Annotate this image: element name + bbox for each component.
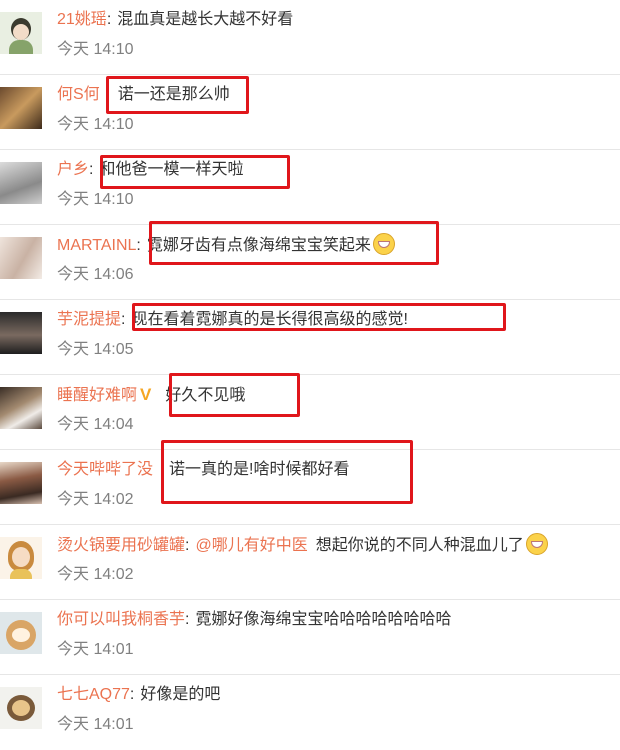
avatar[interactable] (0, 162, 42, 204)
username-link[interactable]: 七七AQ77 (57, 686, 130, 703)
comment-row: 烫火锅要用砂罐罐: @哪儿有好中医 想起你说的不同人种混血儿了 今天 14:02 (0, 525, 620, 600)
comment-row: 七七AQ77: 好像是的吧 今天 14:01 (0, 675, 620, 750)
comment-text: 想起你说的不同人种混血儿了 (315, 537, 524, 554)
username-link[interactable]: 何S何 (57, 86, 100, 103)
grinning-emoji-icon (525, 533, 548, 555)
username-link[interactable]: 你可以叫我桐香芋 (57, 611, 185, 628)
username-link[interactable]: MARTAINL (57, 237, 136, 254)
timestamp: 今天 14:05 (57, 341, 134, 358)
comment-row: 睡醒好难啊 V 好久不见哦 今天 14:04 (0, 375, 620, 450)
avatar[interactable] (0, 537, 42, 579)
timestamp: 今天 14:02 (57, 491, 134, 508)
timestamp: 今天 14:01 (57, 716, 134, 733)
verified-v-icon: V (140, 385, 152, 404)
username-link[interactable]: 户乡 (57, 161, 89, 178)
comment-line: 七七AQ77: 好像是的吧 (57, 686, 221, 703)
avatar[interactable] (0, 237, 42, 279)
comment-line: 烫火锅要用砂罐罐: @哪儿有好中医 想起你说的不同人种混血儿了 (57, 533, 548, 557)
comment-line: 21姚瑶: 混血真是越长大越不好看 (57, 11, 294, 28)
username-link[interactable]: 睡醒好难啊 (57, 387, 137, 404)
comment-row: 21姚瑶: 混血真是越长大越不好看 今天 14:10 (0, 0, 620, 75)
avatar[interactable] (0, 687, 42, 729)
comment-line: 你可以叫我桐香芋: 霓娜好像海绵宝宝哈哈哈哈哈哈哈哈 (57, 611, 452, 628)
highlight-box (149, 221, 439, 265)
comment-row: 你可以叫我桐香芋: 霓娜好像海绵宝宝哈哈哈哈哈哈哈哈 今天 14:01 (0, 600, 620, 675)
avatar[interactable] (0, 12, 42, 54)
username-link[interactable]: 芋泥提提 (57, 311, 121, 328)
timestamp: 今天 14:01 (57, 641, 134, 658)
timestamp: 今天 14:10 (57, 116, 134, 133)
comment-text: 混血真是越长大越不好看 (117, 11, 294, 28)
timestamp: 今天 14:10 (57, 191, 134, 208)
mention-link[interactable]: @哪儿有好中医 (195, 537, 307, 554)
comment-row: 何S何 诺一还是那么帅 今天 14:10 (0, 75, 620, 150)
avatar[interactable] (0, 612, 42, 654)
username-link[interactable]: 烫火锅要用砂罐罐 (57, 537, 185, 554)
highlight-box (161, 440, 413, 504)
comment-text: 好像是的吧 (140, 686, 221, 703)
avatar[interactable] (0, 387, 42, 429)
username-link[interactable]: 21姚瑶 (57, 11, 107, 28)
timestamp: 今天 14:06 (57, 266, 134, 283)
username-link[interactable]: 今天哔哔了没 (57, 461, 153, 478)
avatar[interactable] (0, 87, 42, 129)
comment-row: 户乡: 和他爸一模一样天啦 今天 14:10 (0, 150, 620, 225)
avatar[interactable] (0, 462, 42, 504)
highlight-box (106, 76, 249, 114)
comment-text: 霓娜好像海绵宝宝哈哈哈哈哈哈哈哈 (195, 611, 452, 628)
timestamp: 今天 14:02 (57, 566, 134, 583)
highlight-box (100, 155, 290, 189)
timestamp: 今天 14:10 (57, 41, 134, 58)
timestamp: 今天 14:04 (57, 416, 134, 433)
highlight-box (169, 373, 300, 417)
avatar[interactable] (0, 312, 42, 354)
highlight-box (132, 303, 506, 331)
